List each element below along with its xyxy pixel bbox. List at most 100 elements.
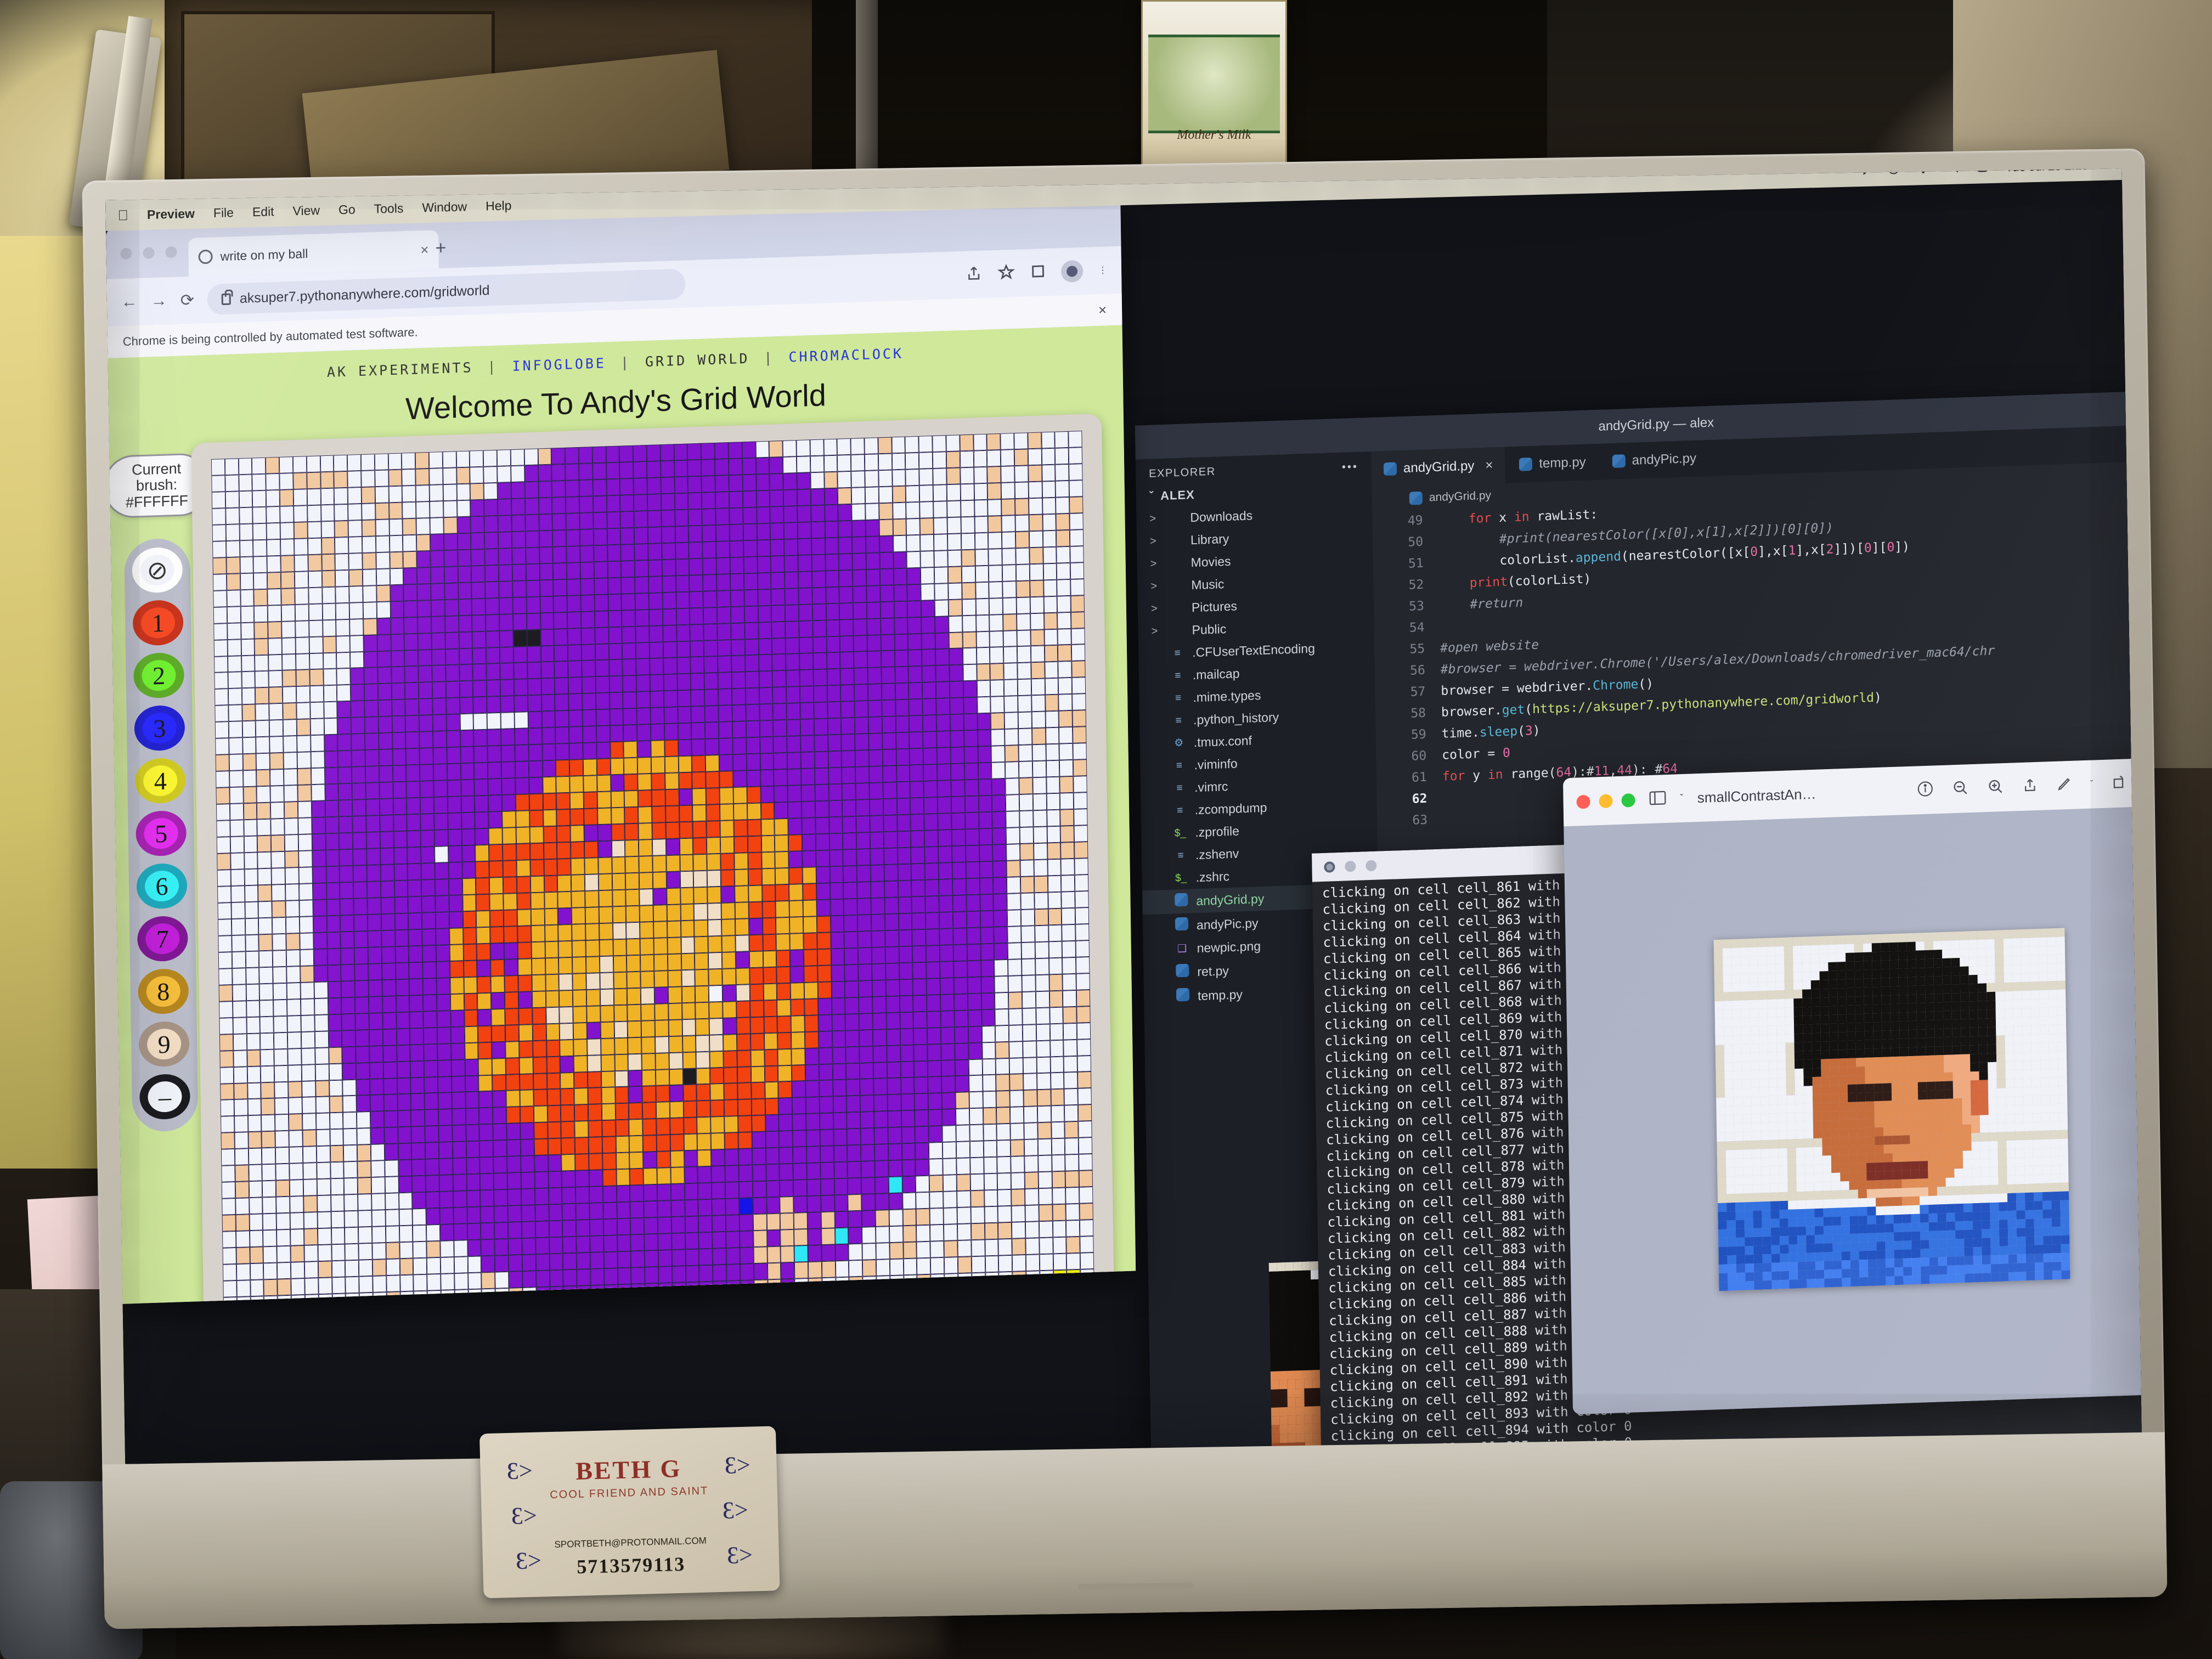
grid-cell[interactable] bbox=[484, 499, 498, 516]
grid-cell[interactable] bbox=[532, 1040, 547, 1057]
grid-cell[interactable] bbox=[312, 883, 326, 900]
grid-cell[interactable] bbox=[555, 710, 569, 727]
grid-cell[interactable] bbox=[248, 1164, 263, 1182]
grid-cell[interactable] bbox=[952, 911, 967, 928]
grid-cell[interactable] bbox=[561, 1121, 575, 1138]
grid-cell[interactable] bbox=[343, 1128, 357, 1146]
grid-cell[interactable] bbox=[828, 783, 843, 801]
grid-cell[interactable] bbox=[897, 847, 911, 865]
grid-cell[interactable] bbox=[345, 1276, 359, 1294]
grid-cell[interactable] bbox=[689, 558, 703, 575]
grid-cell[interactable] bbox=[408, 912, 422, 930]
grid-cell[interactable] bbox=[510, 465, 525, 483]
grid-cell[interactable] bbox=[651, 789, 665, 807]
grid-cell[interactable] bbox=[747, 819, 761, 837]
grid-cell[interactable] bbox=[335, 602, 350, 620]
grid-cell[interactable] bbox=[348, 569, 363, 586]
grid-cell[interactable] bbox=[607, 561, 622, 578]
grid-cell[interactable] bbox=[657, 1151, 671, 1169]
grid-cell[interactable] bbox=[834, 1194, 848, 1212]
grid-cell[interactable] bbox=[796, 439, 810, 457]
grid-cell[interactable] bbox=[459, 664, 473, 681]
grid-cell[interactable] bbox=[575, 1170, 589, 1188]
grid-cell[interactable] bbox=[950, 730, 964, 748]
grid-cell[interactable] bbox=[292, 456, 307, 473]
grid-cell[interactable] bbox=[894, 634, 909, 651]
grid-cell[interactable] bbox=[979, 861, 994, 878]
grid-cell[interactable] bbox=[766, 1197, 780, 1214]
grid-cell[interactable] bbox=[617, 1267, 631, 1285]
grid-cell[interactable] bbox=[350, 684, 365, 702]
grid-cell[interactable] bbox=[556, 825, 571, 843]
grid-cell[interactable] bbox=[843, 898, 858, 916]
grid-cell[interactable] bbox=[395, 946, 409, 963]
grid-cell[interactable] bbox=[580, 594, 595, 612]
grid-cell[interactable] bbox=[563, 1285, 578, 1303]
grid-cell[interactable] bbox=[551, 480, 566, 498]
grid-cell[interactable] bbox=[763, 967, 777, 984]
grid-cell[interactable] bbox=[490, 975, 505, 993]
grid-cell[interactable] bbox=[706, 804, 720, 821]
grid-cell[interactable] bbox=[279, 473, 294, 490]
grid-cell[interactable] bbox=[341, 964, 355, 981]
grid-cell[interactable] bbox=[926, 912, 940, 929]
grid-cell[interactable] bbox=[710, 1116, 725, 1134]
grid-cell[interactable] bbox=[325, 816, 339, 834]
grid-cell[interactable] bbox=[852, 536, 866, 554]
grid-cell[interactable] bbox=[820, 1129, 834, 1147]
grid-cell[interactable] bbox=[282, 653, 296, 671]
grid-cell[interactable] bbox=[742, 507, 757, 524]
grid-cell[interactable] bbox=[341, 997, 356, 1014]
grid-cell[interactable] bbox=[592, 479, 607, 496]
grid-cell[interactable] bbox=[471, 549, 485, 566]
grid-cell[interactable] bbox=[1071, 644, 1086, 662]
grid-cell[interactable] bbox=[340, 882, 354, 899]
grid-cell[interactable] bbox=[747, 803, 761, 820]
grid-cell[interactable] bbox=[334, 520, 349, 538]
grid-cell[interactable] bbox=[785, 588, 799, 605]
grid-cell[interactable] bbox=[539, 579, 554, 597]
grid-cell[interactable] bbox=[756, 506, 770, 524]
grid-cell[interactable] bbox=[426, 1192, 440, 1209]
grid-cell[interactable] bbox=[742, 441, 756, 459]
grid-cell[interactable] bbox=[1036, 1056, 1051, 1074]
grid-cell[interactable] bbox=[650, 707, 664, 725]
grid-cell[interactable] bbox=[402, 469, 416, 486]
grid-cell[interactable] bbox=[227, 606, 241, 623]
grid-cell[interactable] bbox=[393, 847, 408, 865]
grid-cell[interactable] bbox=[900, 1077, 915, 1094]
grid-cell[interactable] bbox=[806, 1163, 821, 1180]
grid-cell[interactable] bbox=[494, 1189, 508, 1206]
grid-cell[interactable] bbox=[342, 1046, 356, 1064]
grid-cell[interactable] bbox=[675, 526, 689, 543]
grid-cell[interactable] bbox=[281, 637, 296, 654]
grid-cell[interactable] bbox=[915, 1159, 929, 1176]
grid-cell[interactable] bbox=[1011, 1205, 1025, 1222]
grid-cell[interactable] bbox=[587, 1038, 601, 1056]
grid-cell[interactable] bbox=[838, 553, 853, 571]
grid-cell[interactable] bbox=[831, 964, 845, 982]
grid-cell[interactable] bbox=[943, 1207, 957, 1225]
grid-cell[interactable] bbox=[407, 847, 421, 864]
grid-cell[interactable] bbox=[279, 456, 294, 473]
grid-cell[interactable] bbox=[823, 471, 838, 489]
grid-cell[interactable] bbox=[831, 997, 845, 1015]
grid-cell[interactable] bbox=[413, 1241, 427, 1259]
grid-cell[interactable] bbox=[476, 910, 490, 928]
grid-cell[interactable] bbox=[266, 506, 280, 523]
grid-cell[interactable] bbox=[559, 1023, 574, 1040]
grid-cell[interactable] bbox=[462, 878, 476, 895]
grid-cell[interactable] bbox=[425, 1175, 440, 1192]
grid-cell[interactable] bbox=[824, 504, 838, 522]
grid-cell[interactable] bbox=[546, 1023, 560, 1041]
grid-cell[interactable] bbox=[921, 600, 935, 617]
grid-cell[interactable] bbox=[847, 1145, 861, 1162]
grid-cell[interactable] bbox=[835, 1277, 850, 1294]
grid-cell[interactable] bbox=[866, 568, 881, 586]
grid-cell[interactable] bbox=[759, 736, 774, 754]
grid-cell[interactable] bbox=[293, 472, 307, 489]
grid-cell[interactable] bbox=[216, 787, 230, 805]
grid-cell[interactable] bbox=[751, 1082, 765, 1099]
grid-cell[interactable] bbox=[973, 466, 988, 484]
grid-cell[interactable] bbox=[970, 1173, 984, 1191]
